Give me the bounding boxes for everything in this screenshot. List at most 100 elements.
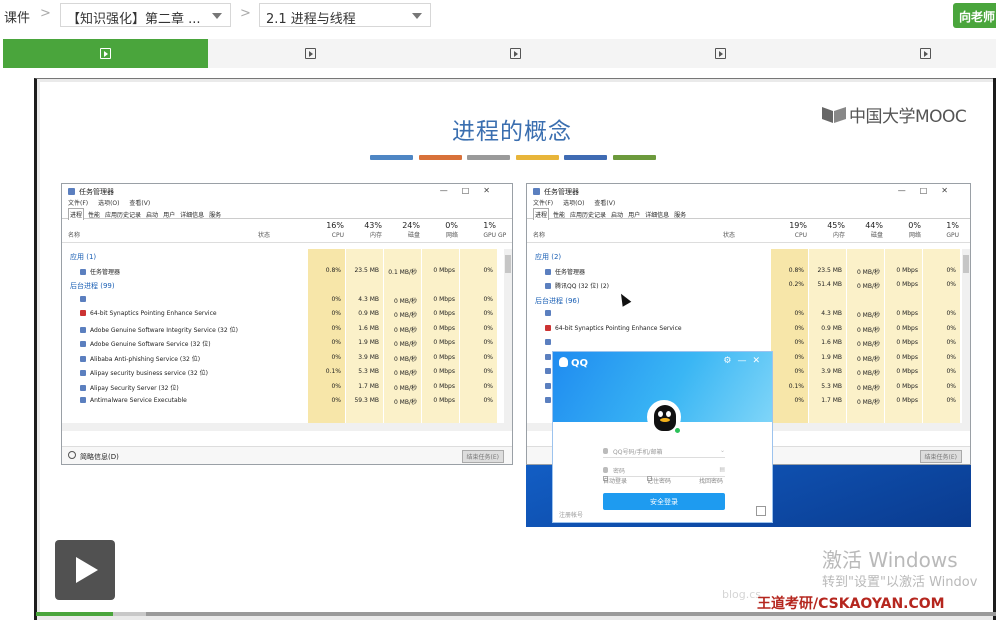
qq-login-window: QQ ⚙—✕ QQ号码/手机/邮箱 ⌄ 密码 ▤ 自动登录 记住密码 找回密码 … (552, 351, 773, 523)
process-name: Adobe Genuine Software Integrity Service… (80, 325, 238, 334)
table-row[interactable]: 任务管理器 0.8% 23.5 MB 0 MB/秒 0 Mbps 0% (527, 264, 962, 279)
breadcrumb-root[interactable]: 课件 (4, 7, 30, 26)
play-button[interactable] (55, 540, 115, 600)
table-row[interactable]: 腾讯QQ (32 位) (2) 0.2% 51.4 MB 0 MB/秒 0 Mbps 0% (527, 278, 962, 293)
table-row[interactable]: Antimalware Service Executable 0% 59.3 MB 0… (62, 394, 504, 409)
group-header[interactable]: 后台进程 (96) (527, 293, 962, 308)
section-select[interactable]: 2.1 进程与线程 (259, 3, 431, 27)
metric-cell: 1.7 MB (821, 397, 842, 404)
video-tab-5[interactable] (823, 39, 996, 68)
menu-view[interactable]: 查看(V) (594, 200, 615, 207)
metric-cell: 0 Mbps (896, 310, 918, 317)
window-controls[interactable]: —□✕ (440, 186, 504, 195)
col-disk[interactable]: 磁盘 (847, 230, 883, 239)
col-disk[interactable]: 磁盘 (384, 230, 420, 239)
col-memory[interactable]: 内存 (346, 230, 382, 239)
group-label: 应用 (1) (70, 252, 96, 262)
col-status[interactable]: 状态 (258, 230, 270, 239)
password-field[interactable]: 密码 ▤ (603, 463, 725, 477)
title-bar: 任务管理器 —□✕ (62, 184, 512, 198)
process-name: Alibaba Anti-phishing Service (32 位) (80, 354, 200, 363)
col-status[interactable]: 状态 (723, 230, 735, 239)
recover-password-link[interactable]: 找回密码 (699, 476, 723, 485)
group-header[interactable]: 应用 (1) (62, 249, 504, 264)
table-row[interactable]: 任务管理器 0.8% 23.5 MB 0.1 MB/秒 0 Mbps 0% (62, 264, 504, 279)
metric-cell: 0% (794, 353, 804, 361)
metric-cell: 5.3 MB (358, 368, 379, 375)
metric-cell: 0% (946, 266, 956, 274)
col-network[interactable]: 网络 (885, 230, 921, 239)
col-name[interactable]: 名称 (533, 230, 545, 239)
scrollbar[interactable] (962, 249, 970, 423)
column-header[interactable]: 名称 状态 16% CPU 43% 内存 24% 磁盘 0% 网络 1% GPU… (62, 219, 512, 243)
video-tab-4[interactable] (618, 39, 823, 68)
col-network[interactable]: 网络 (422, 230, 458, 239)
chapter-select[interactable]: 【知识强化】第二章 ... (60, 3, 231, 27)
login-button[interactable]: 安全登录 (603, 493, 725, 510)
table-row[interactable]: 64-bit Synaptics Pointing Enhance Servic… (527, 322, 962, 337)
col-gpu[interactable]: GPU (923, 232, 959, 239)
collapse-icon[interactable] (68, 451, 76, 459)
metric-cell: 0.9 MB (821, 324, 842, 332)
table-row[interactable]: Alipay Security Server (32 位) 0% 1.7 MB 0 M… (62, 380, 504, 395)
metric-cell: 0% (794, 324, 804, 332)
column-header[interactable]: 名称 状态 19% CPU 45% 内存 44% 磁盘 0% 网络 1% GPU (527, 219, 970, 243)
metric-cell: 0 MB/秒 (856, 355, 880, 363)
fewer-details-link[interactable]: 简略信息(D) (80, 453, 119, 461)
group-header[interactable]: 后台进程 (99) (62, 278, 504, 293)
end-task-button[interactable]: 结束任务(E) (461, 450, 504, 463)
video-tab-3[interactable] (413, 39, 618, 68)
qr-code-icon[interactable] (756, 506, 766, 516)
cskaoyan-watermark: 王道考研/CSKAOYAN.COM (757, 596, 945, 612)
col-gpu[interactable]: GPU (460, 232, 496, 239)
mooc-logo-text: 中国大学MOOC (849, 107, 967, 127)
group-label: 后台进程 (96) (535, 296, 580, 306)
qq-window-controls[interactable]: ⚙—✕ (723, 356, 766, 366)
col-cpu[interactable]: CPU (308, 232, 344, 239)
metric-cell: 23.5 MB (354, 266, 379, 274)
table-row[interactable]: 0% 4.3 MB 0 MB/秒 0 Mbps 0% (62, 293, 504, 308)
menu-view[interactable]: 查看(V) (129, 200, 150, 207)
video-tab-1[interactable] (3, 39, 208, 68)
chevron-down-icon[interactable]: ⌄ (720, 447, 725, 454)
col-cpu[interactable]: CPU (771, 232, 807, 239)
menu-file[interactable]: 文件(F) (533, 200, 553, 207)
video-play-icon (510, 48, 521, 59)
table-row[interactable]: Adobe Genuine Software Service (32 位) 0% 1… (62, 336, 504, 351)
video-player[interactable]: 进程的概念 中国大学MOOC 任务管理器 —□✕ 文件(F) 选项(O) 查看(… (34, 78, 996, 620)
account-field[interactable]: QQ号码/手机/邮箱 ⌄ (603, 444, 725, 458)
keyboard-icon[interactable]: ▤ (719, 466, 725, 473)
metric-cell: 0 MB/秒 (393, 326, 417, 334)
table-row[interactable]: 64-bit Synaptics Pointing Enhance Servic… (62, 307, 504, 322)
table-row[interactable]: Alipay security business service (32 位) 0… (62, 365, 504, 380)
scrollbar[interactable] (504, 249, 512, 423)
table-row[interactable]: 0% 4.3 MB 0 MB/秒 0 Mbps 0% (527, 307, 962, 322)
video-progress-bar[interactable] (36, 612, 996, 616)
process-icon (80, 310, 86, 316)
task-manager-left: 任务管理器 —□✕ 文件(F) 选项(O) 查看(V) 进程 性能 应用历史记录 启动… (61, 183, 513, 465)
col-name[interactable]: 名称 (68, 230, 80, 239)
menu-options[interactable]: 选项(O) (563, 200, 584, 207)
process-icon (545, 268, 551, 275)
process-name: 任务管理器 (545, 267, 585, 276)
video-tab-2[interactable] (208, 39, 413, 68)
register-link[interactable]: 注册帐号 (559, 510, 583, 519)
end-task-button[interactable]: 结束任务(E) (919, 450, 962, 463)
activate-windows-hint: 转到"设置"以激活 Windov (822, 575, 978, 590)
col-gp[interactable]: GP (498, 232, 510, 239)
tm-tabs: 进程 性能 应用历史记录 启动 用户 详细信息 服务 (62, 208, 512, 220)
ask-teacher-button[interactable]: 向老师 (953, 3, 996, 28)
window-controls[interactable]: —□✕ (898, 186, 962, 195)
horizontal-scrollbar[interactable] (62, 423, 512, 431)
menu-options[interactable]: 选项(O) (98, 200, 119, 207)
process-name: 腾讯QQ (32 位) (2) (545, 281, 609, 290)
group-header[interactable]: 应用 (2) (527, 249, 962, 264)
table-row[interactable]: Adobe Genuine Software Integrity Service… (62, 322, 504, 337)
menu-file[interactable]: 文件(F) (68, 200, 88, 207)
metric-cell: 0 Mbps (433, 382, 455, 390)
col-memory[interactable]: 内存 (809, 230, 845, 239)
video-play-icon (920, 48, 931, 59)
table-row[interactable]: 0% 1.6 MB 0 MB/秒 0 Mbps 0% (527, 336, 962, 351)
table-row[interactable]: Alibaba Anti-phishing Service (32 位) 0% 3.… (62, 351, 504, 366)
name-text: Alipay security business service (32 位) (90, 370, 208, 377)
